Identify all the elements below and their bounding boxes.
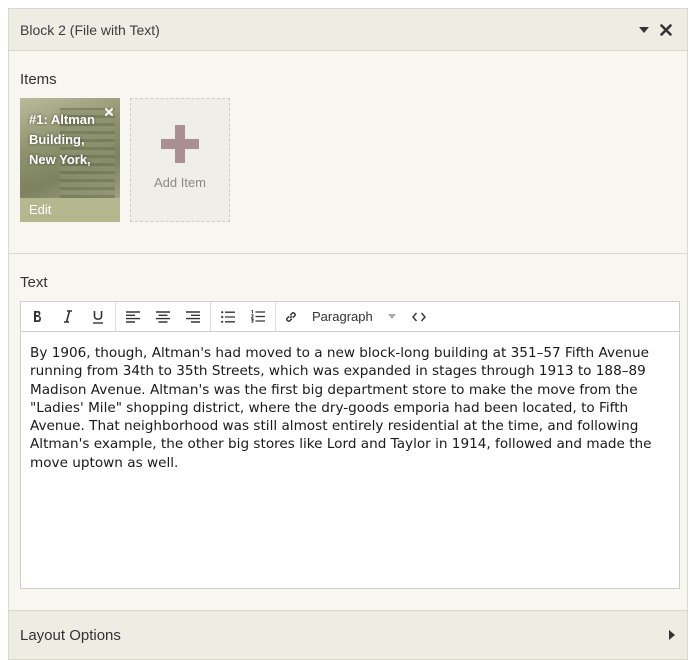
- chevron-down-icon: [388, 314, 396, 319]
- link-icon[interactable]: [276, 302, 306, 331]
- underline-icon[interactable]: [83, 302, 113, 331]
- align-center-icon[interactable]: [148, 302, 178, 331]
- editor-content[interactable]: By 1906, though, Altman's had moved to a…: [21, 332, 679, 588]
- bullet-list-icon[interactable]: [213, 302, 243, 331]
- editor-toolbar: Paragraph: [21, 302, 679, 332]
- italic-icon[interactable]: [53, 302, 83, 331]
- close-icon[interactable]: [104, 104, 114, 116]
- item-edit-button[interactable]: Edit: [20, 198, 120, 222]
- caret-right-icon: [669, 630, 675, 640]
- add-item-label: Add Item: [153, 175, 207, 190]
- caret-down-icon[interactable]: [635, 21, 653, 39]
- toolbar-group-align: [116, 302, 211, 331]
- toolbar-group-style: [21, 302, 116, 331]
- toolbar-group-lists: [211, 302, 276, 331]
- format-select[interactable]: Paragraph: [306, 302, 404, 331]
- align-right-icon[interactable]: [178, 302, 208, 331]
- close-icon[interactable]: [657, 21, 675, 39]
- numbered-list-icon[interactable]: [243, 302, 273, 331]
- bold-icon[interactable]: [23, 302, 53, 331]
- text-section: Text Paragraph By 1906, though, Altman's…: [9, 254, 687, 610]
- items-section: Items #1: Altman Building, New York, Edi…: [9, 51, 687, 254]
- block-header: Block 2 (File with Text): [9, 9, 687, 51]
- item-card[interactable]: #1: Altman Building, New York, Edit: [20, 98, 120, 222]
- block-title: Block 2 (File with Text): [20, 21, 160, 38]
- item-caption: #1: Altman Building, New York,: [29, 112, 95, 167]
- source-code-icon[interactable]: [404, 302, 434, 331]
- layout-options-title: Layout Options: [20, 626, 121, 644]
- align-left-icon[interactable]: [118, 302, 148, 331]
- rich-text-editor: Paragraph By 1906, though, Altman's had …: [20, 301, 680, 589]
- items-title: Items: [20, 71, 57, 88]
- layout-options-toggle[interactable]: Layout Options: [9, 610, 687, 659]
- plus-icon: [161, 125, 199, 163]
- text-title: Text: [20, 274, 48, 291]
- items-list: #1: Altman Building, New York, Edit Add …: [20, 98, 676, 222]
- block-panel: Block 2 (File with Text) Items #1: Altma…: [8, 8, 688, 660]
- format-select-value: Paragraph: [312, 309, 373, 324]
- add-item-button[interactable]: Add Item: [130, 98, 230, 222]
